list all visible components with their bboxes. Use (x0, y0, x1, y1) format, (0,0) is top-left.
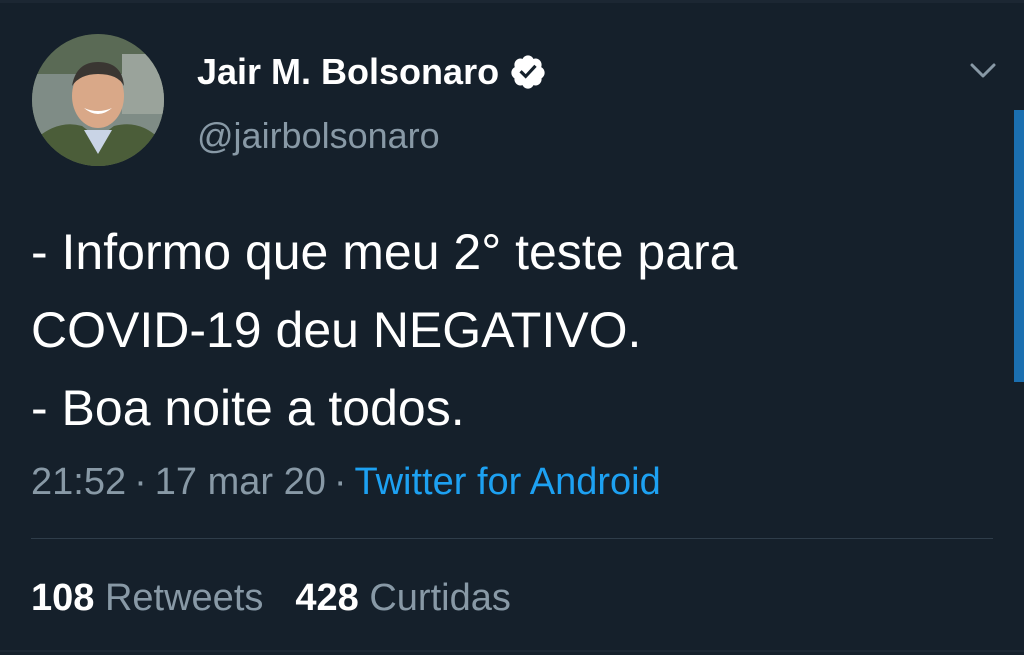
meta-separator: · (134, 461, 147, 503)
user-handle[interactable]: @jairbolsonaro (197, 112, 440, 160)
tweet-text: - Informo que meu 2° teste para COVID-19… (31, 224, 738, 436)
scrollbar[interactable] (1014, 110, 1024, 382)
avatar[interactable] (32, 34, 164, 166)
likes-count: 428 (295, 577, 359, 619)
retweets-stat[interactable]: 108 Retweets (31, 577, 263, 619)
stats-divider (31, 538, 993, 539)
retweets-count: 108 (31, 577, 95, 619)
tweet-date: 17 mar 20 (154, 461, 326, 503)
tweet-stats: 108 Retweets 428 Curtidas (31, 572, 511, 624)
chevron-down-icon[interactable] (966, 58, 1000, 84)
display-name[interactable]: Jair M. Bolsonaro (197, 48, 547, 96)
bottom-divider (0, 650, 1024, 652)
meta-separator: · (333, 461, 347, 503)
retweets-label: Retweets (104, 577, 264, 619)
likes-stat[interactable]: 428 Curtidas (295, 577, 510, 619)
top-divider (0, 0, 1024, 3)
tweet-time: 21:52 (31, 461, 127, 503)
tweet-meta: 21:52 · 17 mar 20 · Twitter for Android (31, 456, 661, 508)
tweet-source-link[interactable]: Twitter for Android (355, 461, 661, 503)
likes-label: Curtidas (369, 577, 511, 619)
verified-badge-icon (509, 53, 547, 91)
display-name-text[interactable]: Jair M. Bolsonaro (197, 48, 499, 96)
